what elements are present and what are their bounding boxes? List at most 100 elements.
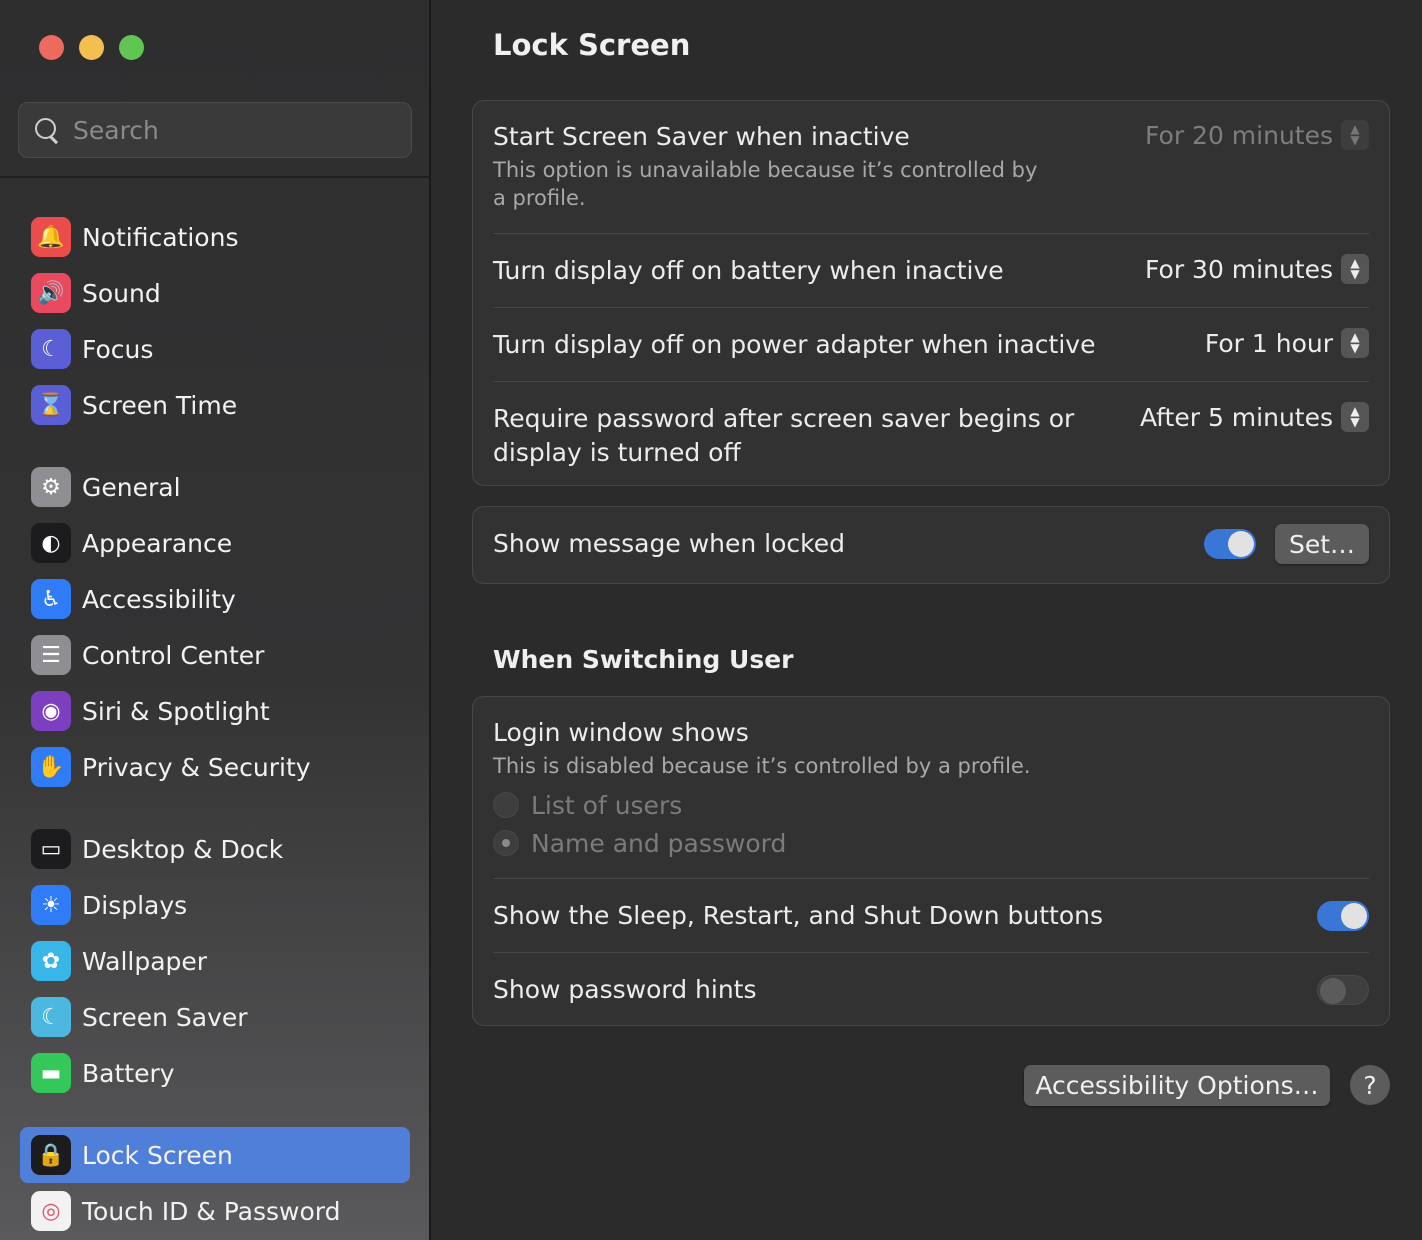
display-off-power-value: For 1 hour xyxy=(1204,328,1333,358)
sidebar-item-screen-saver[interactable]: ☾ Screen Saver xyxy=(20,989,410,1045)
sidebar-item-label: Battery xyxy=(82,1058,175,1088)
sidebar-item-appearance[interactable]: ◐ Appearance xyxy=(20,515,410,571)
screen-saver-value: For 20 minutes xyxy=(1145,120,1333,150)
show-sleep-buttons-toggle[interactable] xyxy=(1317,901,1369,931)
sidebar-item-label: Control Center xyxy=(82,640,265,670)
login-window-label: Login window shows xyxy=(493,718,749,747)
sidebar-item-label: Sound xyxy=(82,278,161,308)
main-pane: Lock Screen Start Screen Saver when inac… xyxy=(431,0,1422,1240)
display-off-battery-label: Turn display off on battery when inactiv… xyxy=(493,256,1004,285)
sidebar-item-label: Accessibility xyxy=(82,584,236,614)
sidebar-item-control-center[interactable]: ☰ Control Center xyxy=(20,627,410,683)
require-password-popup[interactable]: After 5 minutes ▲ ▼ xyxy=(1140,402,1369,432)
sidebar-item-label: Touch ID & Password xyxy=(82,1196,341,1226)
display-off-battery-row: Turn display off on battery when inactiv… xyxy=(493,234,1369,308)
show-message-toggle[interactable] xyxy=(1204,529,1256,559)
screen-saver-note: This option is unavailable because it’s … xyxy=(493,158,1038,210)
show-hints-row: Show password hints xyxy=(493,953,1369,1025)
page-title: Lock Screen xyxy=(493,28,691,62)
stepper-icon: ▲ ▼ xyxy=(1341,120,1369,150)
option-list-of-users: List of users xyxy=(493,786,786,824)
sidebar-item-screen-time[interactable]: ⌛ Screen Time xyxy=(20,377,410,433)
stepper-icon: ▲ ▼ xyxy=(1341,254,1369,284)
battery-icon: ▬ xyxy=(31,1053,71,1093)
bell-icon: 🔔 xyxy=(31,217,71,257)
show-message-row: Show message when locked Set… xyxy=(493,507,1369,583)
screen-saver-row: Start Screen Saver when inactive This op… xyxy=(493,101,1369,234)
login-window-note: This is disabled because it’s controlled… xyxy=(493,754,1031,778)
sidebar-item-battery[interactable]: ▬ Battery xyxy=(20,1045,410,1101)
display-off-battery-value: For 30 minutes xyxy=(1145,254,1333,284)
option-label: Name and password xyxy=(531,828,787,858)
sidebar: 🔔 Notifications 🔊 Sound ☾ Focus ⌛ Screen Time ⚙ G… xyxy=(0,0,431,1240)
appearance-icon: ◐ xyxy=(31,523,71,563)
sidebar-item-focus[interactable]: ☾ Focus xyxy=(20,321,410,377)
sidebar-item-sound[interactable]: 🔊 Sound xyxy=(20,265,410,321)
help-button[interactable]: ? xyxy=(1350,1065,1390,1105)
sidebar-item-label: Desktop & Dock xyxy=(82,834,284,864)
sidebar-item-label: Wallpaper xyxy=(82,946,208,976)
sidebar-item-label: Siri & Spotlight xyxy=(82,696,270,726)
screen-saver-label: Start Screen Saver when inactive xyxy=(493,122,910,151)
display-off-power-popup[interactable]: For 1 hour ▲ ▼ xyxy=(1205,328,1369,358)
zoom-button[interactable] xyxy=(119,35,144,60)
search-icon xyxy=(33,116,61,144)
require-password-value: After 5 minutes xyxy=(1139,402,1333,432)
require-password-row: Require password after screen saver begi… xyxy=(493,382,1369,485)
sidebar-item-lock-screen[interactable]: 🔒 Lock Screen xyxy=(20,1127,410,1183)
sidebar-item-label: Displays xyxy=(82,890,188,920)
flower-icon: ✿ xyxy=(31,941,71,981)
option-label: List of users xyxy=(531,790,683,820)
sidebar-item-label: Notifications xyxy=(82,222,239,252)
sidebar-item-label: Privacy & Security xyxy=(82,752,311,782)
timing-settings-card: Start Screen Saver when inactive This op… xyxy=(472,100,1390,486)
show-hints-toggle[interactable] xyxy=(1317,975,1369,1005)
search-input[interactable] xyxy=(73,115,373,145)
login-window-options: List of users Name and password xyxy=(493,786,786,862)
window-controls xyxy=(39,35,144,60)
accessibility-icon: ♿ xyxy=(31,579,71,619)
sidebar-item-general[interactable]: ⚙ General xyxy=(20,459,410,515)
screen-saver-popup: For 20 minutes ▲ ▼ xyxy=(1145,120,1369,150)
gear-icon: ⚙ xyxy=(31,467,71,507)
sidebar-item-wallpaper[interactable]: ✿ Wallpaper xyxy=(20,933,410,989)
switching-user-card: Login window shows This is disabled beca… xyxy=(472,696,1390,1026)
sidebar-item-label: General xyxy=(82,472,181,502)
sidebar-item-privacy-security[interactable]: ✋ Privacy & Security xyxy=(20,739,410,795)
close-button[interactable] xyxy=(39,35,64,60)
sidebar-item-displays[interactable]: ☀ Displays xyxy=(20,877,410,933)
sidebar-item-desktop-dock[interactable]: ▭ Desktop & Dock xyxy=(20,821,410,877)
sidebar-item-accessibility[interactable]: ♿ Accessibility xyxy=(20,571,410,627)
show-message-label: Show message when locked xyxy=(493,529,845,558)
moon-icon: ☾ xyxy=(31,329,71,369)
set-message-button[interactable]: Set… xyxy=(1275,524,1369,564)
dock-icon: ▭ xyxy=(31,829,71,869)
sidebar-item-label: Focus xyxy=(82,334,154,364)
hand-icon: ✋ xyxy=(31,747,71,787)
control-center-icon: ☰ xyxy=(31,635,71,675)
sidebar-list: 🔔 Notifications 🔊 Sound ☾ Focus ⌛ Screen Time ⚙ G… xyxy=(20,209,410,1239)
minimize-button[interactable] xyxy=(79,35,104,60)
login-window-row: Login window shows This is disabled beca… xyxy=(493,697,1369,879)
option-name-and-password: Name and password xyxy=(493,824,786,862)
speaker-icon: 🔊 xyxy=(31,273,71,313)
sidebar-item-label: Screen Time xyxy=(82,390,238,420)
radio-button xyxy=(493,792,519,818)
require-password-label: Require password after screen saver begi… xyxy=(493,404,1075,467)
sidebar-item-label: Screen Saver xyxy=(82,1002,248,1032)
siri-icon: ◉ xyxy=(31,691,71,731)
lock-icon: 🔒 xyxy=(31,1135,71,1175)
stepper-icon: ▲ ▼ xyxy=(1341,328,1369,358)
display-off-power-row: Turn display off on power adapter when i… xyxy=(493,308,1369,382)
sidebar-item-notifications[interactable]: 🔔 Notifications xyxy=(20,209,410,265)
stepper-icon: ▲ ▼ xyxy=(1341,402,1369,432)
display-off-battery-popup[interactable]: For 30 minutes ▲ ▼ xyxy=(1145,254,1369,284)
show-hints-label: Show password hints xyxy=(493,975,757,1004)
lock-message-card: Show message when locked Set… xyxy=(472,506,1390,584)
sidebar-item-siri-spotlight[interactable]: ◉ Siri & Spotlight xyxy=(20,683,410,739)
search-field[interactable] xyxy=(18,102,412,158)
sidebar-item-touch-id-password[interactable]: ◎ Touch ID & Password xyxy=(20,1183,410,1239)
sidebar-divider xyxy=(0,176,429,178)
accessibility-options-button[interactable]: Accessibility Options… xyxy=(1024,1065,1330,1106)
